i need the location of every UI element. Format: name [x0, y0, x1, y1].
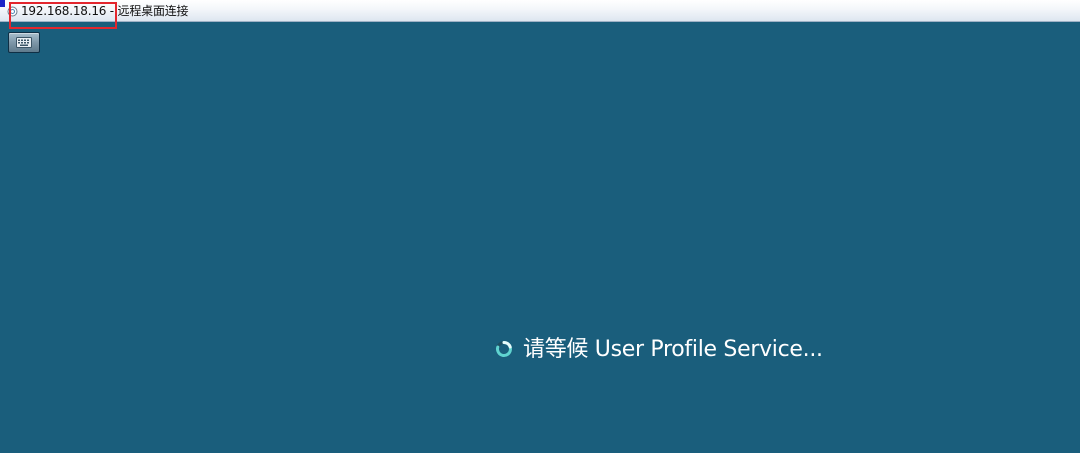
loading-spinner-icon [496, 340, 512, 357]
title-bar[interactable]: 192.168.18.16 - 远程桌面连接 [0, 0, 1080, 22]
connection-bar-button[interactable] [8, 32, 40, 53]
window-title: 192.168.18.16 - 远程桌面连接 [21, 4, 189, 18]
title-flag-marker [0, 0, 5, 7]
status-message: 请等候 User Profile Service... [523, 337, 823, 362]
remote-desktop-icon [7, 6, 18, 17]
keyboard-icon [16, 37, 32, 48]
remote-desktop-window: 192.168.18.16 - 远程桌面连接 请等候 User Profile … [0, 0, 1080, 453]
